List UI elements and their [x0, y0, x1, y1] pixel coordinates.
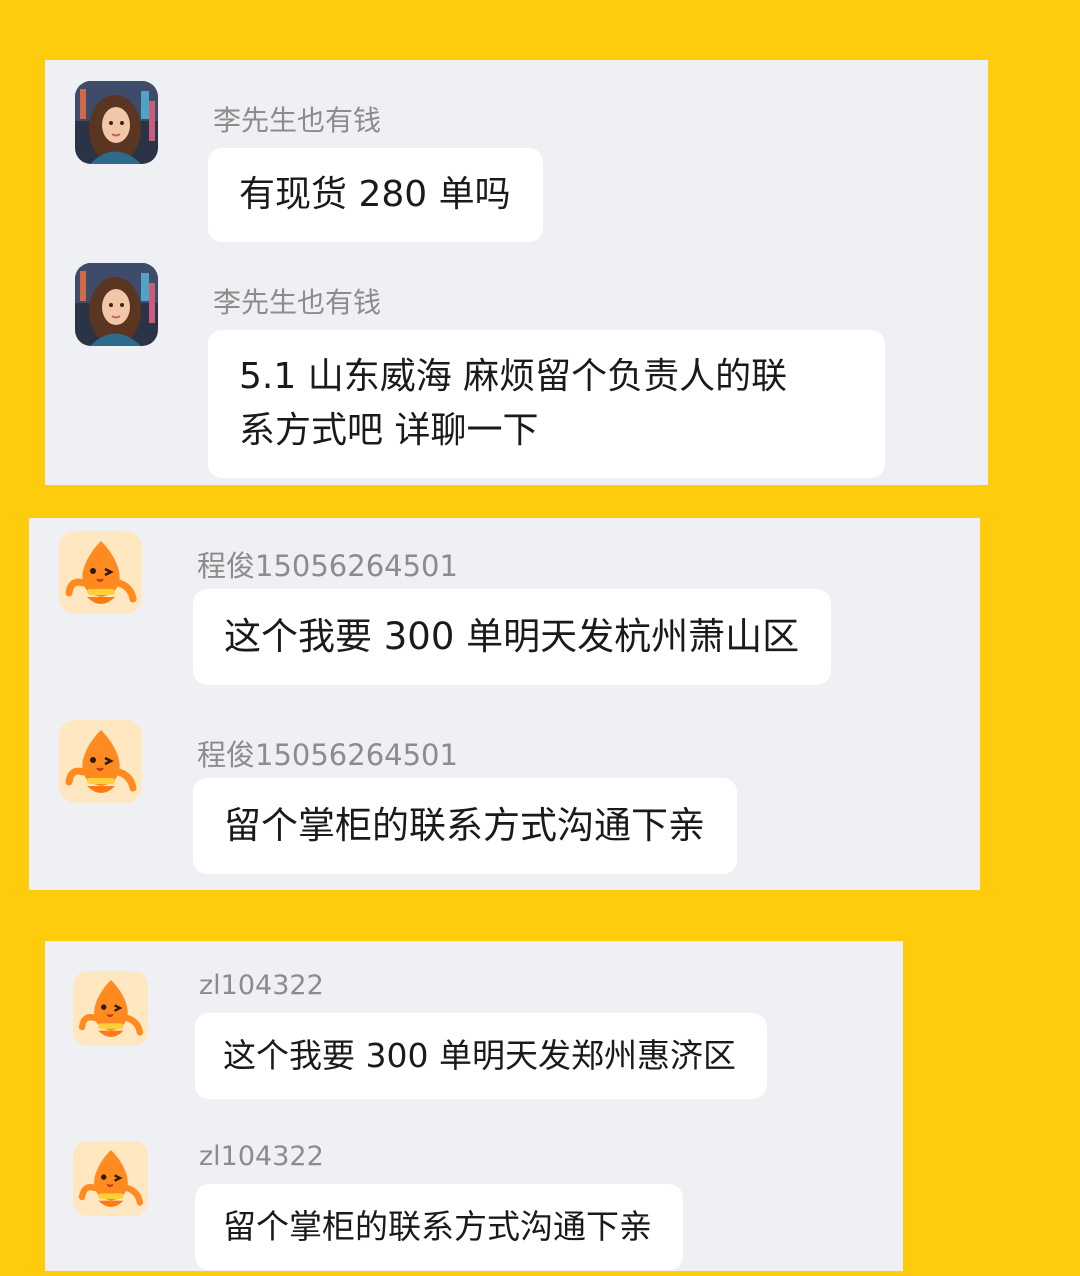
message-bubble[interactable]: 有现货 280 单吗 [208, 148, 543, 242]
woman-portrait-avatar[interactable] [75, 263, 158, 346]
chat-message: 李先生也有钱 有现货 280 单吗 [75, 81, 775, 242]
orange-mascot-avatar[interactable] [59, 531, 142, 614]
message-bubble[interactable]: 留个掌柜的联系方式沟通下亲 [193, 778, 737, 874]
chat-message: 程俊15056264501 留个掌柜的联系方式沟通下亲 [59, 720, 859, 874]
message-text: 留个掌柜的联系方式沟通下亲 [223, 1207, 652, 1246]
username: zl104322 [199, 1141, 324, 1172]
chat-message: zl104322 留个掌柜的联系方式沟通下亲 [73, 1141, 793, 1276]
chat-message: zl104322 这个我要 300 单明天发郑州惠济区 [73, 970, 793, 1106]
username: zl104322 [199, 970, 324, 1001]
chat-panel-3: zl104322 这个我要 300 单明天发郑州惠济区 zl104322 留个掌… [45, 941, 903, 1271]
woman-portrait-avatar[interactable] [75, 81, 158, 164]
orange-mascot-avatar[interactable] [73, 1141, 148, 1216]
message-text-line: 系方式吧 详聊一下 [239, 410, 539, 451]
orange-mascot-avatar[interactable] [73, 971, 148, 1046]
message-text-line: 5.1 山东威海 麻烦留个负责人的联 [239, 356, 788, 397]
chat-panel-1: 李先生也有钱 有现货 280 单吗 李先生也有钱 5.1 山东威海 麻烦留个负责… [45, 60, 988, 485]
username: 程俊15056264501 [197, 549, 458, 583]
orange-mascot-avatar[interactable] [59, 720, 142, 803]
message-text: 有现货 280 单吗 [239, 174, 511, 215]
message-bubble[interactable]: 这个我要 300 单明天发杭州萧山区 [193, 589, 832, 685]
username: 李先生也有钱 [213, 286, 382, 319]
message-bubble[interactable]: 留个掌柜的联系方式沟通下亲 [195, 1184, 683, 1270]
message-bubble[interactable]: 这个我要 300 单明天发郑州惠济区 [195, 1013, 767, 1099]
chat-panel-2: 程俊15056264501 这个我要 300 单明天发杭州萧山区 程俊15056… [29, 518, 980, 890]
username: 程俊15056264501 [197, 738, 458, 772]
message-bubble[interactable]: 5.1 山东威海 麻烦留个负责人的联 系方式吧 详聊一下 [208, 330, 885, 478]
chat-message: 程俊15056264501 这个我要 300 单明天发杭州萧山区 [59, 531, 859, 685]
message-text: 这个我要 300 单明天发郑州惠济区 [223, 1036, 736, 1075]
message-text: 这个我要 300 单明天发杭州萧山区 [224, 615, 800, 658]
message-text: 留个掌柜的联系方式沟通下亲 [224, 804, 705, 847]
username: 李先生也有钱 [213, 104, 382, 137]
chat-message: 李先生也有钱 5.1 山东威海 麻烦留个负责人的联 系方式吧 详聊一下 [75, 263, 885, 478]
